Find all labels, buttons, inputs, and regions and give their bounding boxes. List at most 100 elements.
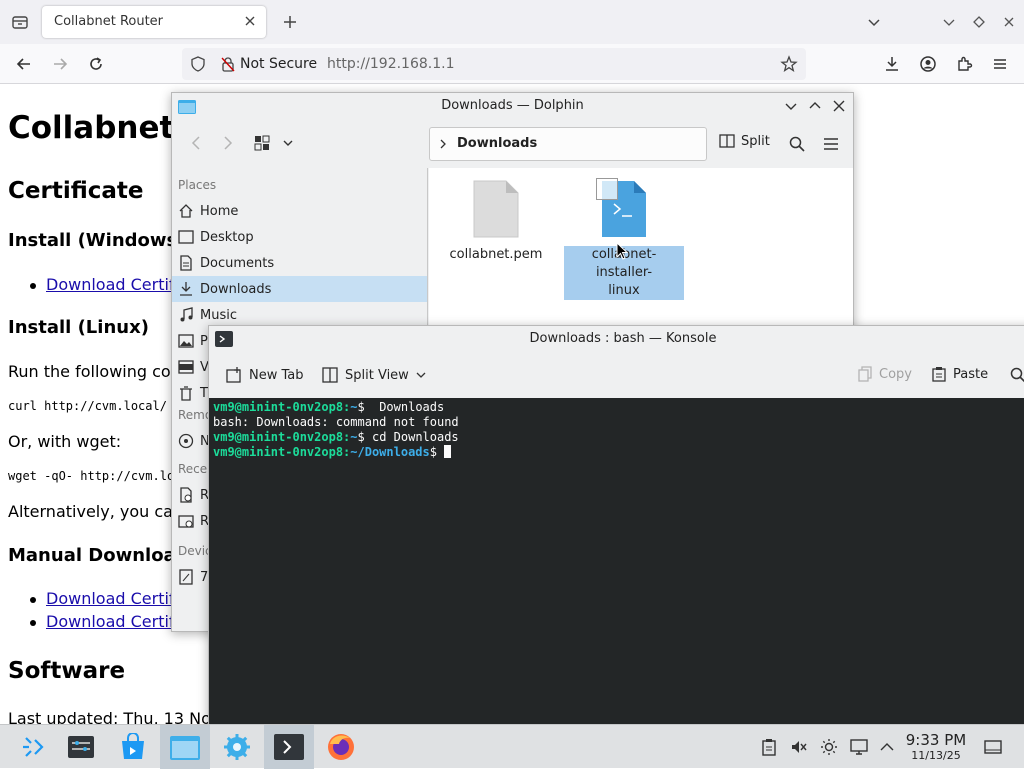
- places-item-label: T: [200, 385, 208, 401]
- software-heading: Software: [8, 658, 126, 684]
- clipboard-icon[interactable]: [760, 738, 778, 756]
- volume-muted-icon[interactable]: [790, 738, 808, 756]
- file-collabnet-installer-linux[interactable]: collabnet-installer- linux: [564, 178, 684, 300]
- list-all-tabs-icon[interactable]: [862, 10, 886, 34]
- chevron-down-icon[interactable]: [415, 369, 427, 381]
- prompt-user: vm9@minint-0nv2op8: [213, 445, 344, 459]
- firefox-task-icon[interactable]: [316, 725, 366, 769]
- hamburger-menu-icon[interactable]: [822, 135, 840, 153]
- split-view-icon: [321, 366, 339, 384]
- places-item-label: Music: [200, 307, 237, 323]
- view-mode-icon[interactable]: [254, 135, 272, 151]
- new-tab-button[interactable]: New Tab: [225, 366, 304, 384]
- run-instructions-text: Run the following con: [8, 362, 181, 381]
- minimize-icon[interactable]: [937, 10, 961, 34]
- network-icon: [178, 433, 194, 449]
- window-title: Downloads — Dolphin: [441, 98, 584, 113]
- forward-icon[interactable]: [48, 52, 72, 76]
- prompt-path: ~/Downloads: [350, 445, 430, 459]
- copy-button[interactable]: Copy: [857, 366, 912, 382]
- insecure-lock-icon[interactable]: [220, 56, 236, 72]
- search-icon[interactable]: [788, 135, 806, 153]
- browser-tab-bar: Collabnet Router: [0, 0, 1024, 44]
- dolphin-task-icon[interactable]: [160, 725, 210, 769]
- paste-icon: [931, 366, 947, 382]
- brightness-icon[interactable]: [820, 738, 838, 756]
- close-icon[interactable]: [832, 99, 846, 113]
- terminal-line: vm9@minint-0nv2op8:~$ Downloads: [213, 400, 445, 414]
- places-item-home[interactable]: Home: [172, 198, 427, 224]
- videos-icon: [178, 359, 194, 375]
- devices-header: Devic: [178, 544, 212, 558]
- bookmark-star-icon[interactable]: [780, 55, 798, 73]
- back-icon[interactable]: [188, 135, 204, 151]
- discover-store-icon[interactable]: [108, 725, 158, 769]
- mouse-cursor-icon: [616, 242, 628, 260]
- browser-nav-bar: Not Secure http://192.168.1.1: [0, 44, 1024, 84]
- network-wired-icon[interactable]: [850, 738, 868, 756]
- prompt-user: vm9@minint-0nv2op8: [213, 430, 344, 444]
- download-cert-link[interactable]: Download Certif: [46, 275, 175, 294]
- recent-locations-icon: [178, 513, 194, 529]
- prompt-path: ~: [350, 400, 358, 414]
- wget-command: wget -qO- http://cvm.lo: [8, 469, 175, 483]
- settings-gear-icon[interactable]: [212, 725, 262, 769]
- clock[interactable]: 9:33 PM 11/13/25: [900, 731, 972, 762]
- desktop-icon: [178, 229, 194, 245]
- forward-icon[interactable]: [220, 135, 236, 151]
- downloads-icon[interactable]: [880, 52, 904, 76]
- split-button[interactable]: Split: [719, 133, 770, 149]
- close-tab-icon[interactable]: [242, 13, 258, 29]
- show-desktop-icon[interactable]: [984, 738, 1002, 756]
- maximize-icon[interactable]: [967, 10, 991, 34]
- tab-list-icon[interactable]: [8, 10, 32, 34]
- konsole-task-icon[interactable]: [264, 725, 314, 769]
- chevron-up-icon[interactable]: [808, 99, 822, 113]
- close-window-icon[interactable]: [997, 10, 1021, 34]
- list-item: Download Certif: [30, 275, 175, 294]
- shield-icon[interactable]: [190, 56, 206, 72]
- chevron-down-icon[interactable]: [784, 99, 798, 113]
- places-item-label: Home: [200, 203, 239, 219]
- konsole-window: Downloads : bash — Konsole New Tab Split…: [208, 325, 1024, 726]
- places-item-downloads[interactable]: Downloads: [172, 276, 427, 302]
- command-text: $ Downloads: [357, 400, 445, 414]
- page-title: Collabnet: [8, 110, 175, 146]
- view-mode-chevron-icon[interactable]: [282, 137, 294, 149]
- paste-button[interactable]: Paste: [931, 366, 988, 382]
- tab-collabnet-router[interactable]: Collabnet Router: [42, 6, 266, 38]
- download-cert-link[interactable]: Download Certif: [46, 612, 175, 631]
- places-item-desktop[interactable]: Desktop: [172, 224, 427, 250]
- url-text[interactable]: http://192.168.1.1: [327, 56, 455, 72]
- download-cert-link[interactable]: Download Certif: [46, 589, 175, 608]
- url-bar[interactable]: Not Secure http://192.168.1.1: [182, 48, 806, 80]
- download-icon: [178, 281, 194, 297]
- extensions-icon[interactable]: [952, 52, 976, 76]
- application-launcher-icon[interactable]: [8, 725, 58, 769]
- split-view-label: Split View: [345, 367, 409, 383]
- chevron-up-icon[interactable]: [878, 738, 896, 756]
- documents-icon: [178, 255, 194, 271]
- pictures-icon: [178, 333, 194, 349]
- selection-toggle-icon[interactable]: [596, 178, 618, 200]
- chevron-right-icon: [438, 138, 448, 150]
- terminal-output[interactable]: vm9@minint-0nv2op8:~$ Downloads bash: Do…: [209, 398, 1024, 726]
- search-icon[interactable]: [1009, 366, 1024, 384]
- breadcrumb[interactable]: Downloads: [429, 127, 707, 161]
- system-settings-icon[interactable]: [56, 725, 106, 769]
- not-secure-label[interactable]: Not Secure: [240, 56, 317, 72]
- alternative-text: Alternatively, you can: [8, 502, 184, 521]
- places-item-documents[interactable]: Documents: [172, 250, 427, 276]
- account-icon[interactable]: [916, 52, 940, 76]
- curl-command: curl http://cvm.local/: [8, 399, 167, 413]
- file-collabnet-pem[interactable]: collabnet.pem: [436, 180, 556, 264]
- split-view-button[interactable]: Split View: [321, 366, 427, 384]
- split-label: Split: [741, 133, 770, 149]
- breadcrumb-downloads[interactable]: Downloads: [457, 136, 537, 151]
- back-icon[interactable]: [12, 52, 36, 76]
- terminal-line: vm9@minint-0nv2op8:~$ cd Downloads: [213, 430, 459, 444]
- new-tab-icon[interactable]: [278, 10, 302, 34]
- list-item: Download Certif: [30, 612, 175, 631]
- menu-icon[interactable]: [988, 52, 1012, 76]
- reload-icon[interactable]: [84, 52, 108, 76]
